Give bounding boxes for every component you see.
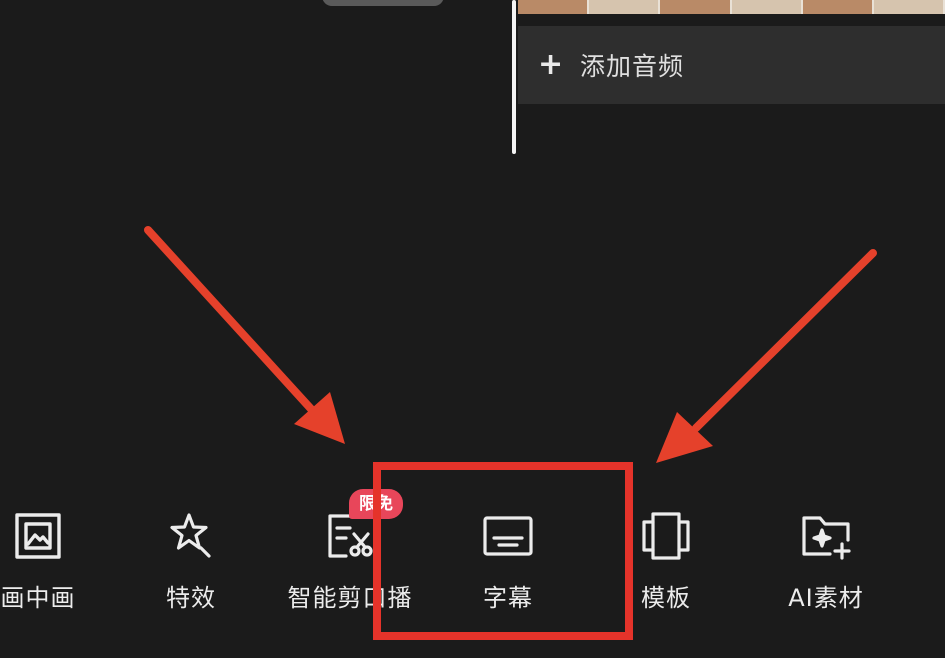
arrow-left xyxy=(144,226,345,444)
add-audio-label: 添加音频 xyxy=(580,52,685,81)
toolbar-item-label: 特效 xyxy=(166,584,216,612)
video-thumbnail xyxy=(873,0,945,14)
video-thumbnail xyxy=(518,0,590,14)
toolbar-item-picture-in-picture[interactable]: 画中画 xyxy=(0,510,118,613)
highlight-box xyxy=(373,462,633,640)
timeline-playhead[interactable] xyxy=(512,0,516,154)
video-thumbnail xyxy=(802,0,874,14)
toolbar-item-label: 画中画 xyxy=(0,584,76,612)
add-audio-button[interactable]: + 添加音频 xyxy=(518,26,945,104)
video-thumbnail xyxy=(731,0,803,14)
preview-panel-bottom-edge xyxy=(322,0,444,6)
ai-folder-icon xyxy=(798,510,854,562)
toolbar-item-label: AI素材 xyxy=(788,584,864,612)
video-thumbnail-strip[interactable] xyxy=(518,0,945,14)
star-sparkle-icon xyxy=(163,510,219,562)
arrow-right xyxy=(656,249,877,463)
template-icon xyxy=(638,510,694,562)
picture-in-picture-icon xyxy=(10,510,66,562)
toolbar-item-effects[interactable]: 特效 xyxy=(111,510,271,613)
video-thumbnail xyxy=(660,0,732,14)
video-thumbnail xyxy=(589,0,661,14)
toolbar-item-label: 模板 xyxy=(641,584,691,612)
toolbar-item-ai-assets[interactable]: AI素材 xyxy=(746,510,906,613)
plus-icon: + xyxy=(538,47,564,82)
